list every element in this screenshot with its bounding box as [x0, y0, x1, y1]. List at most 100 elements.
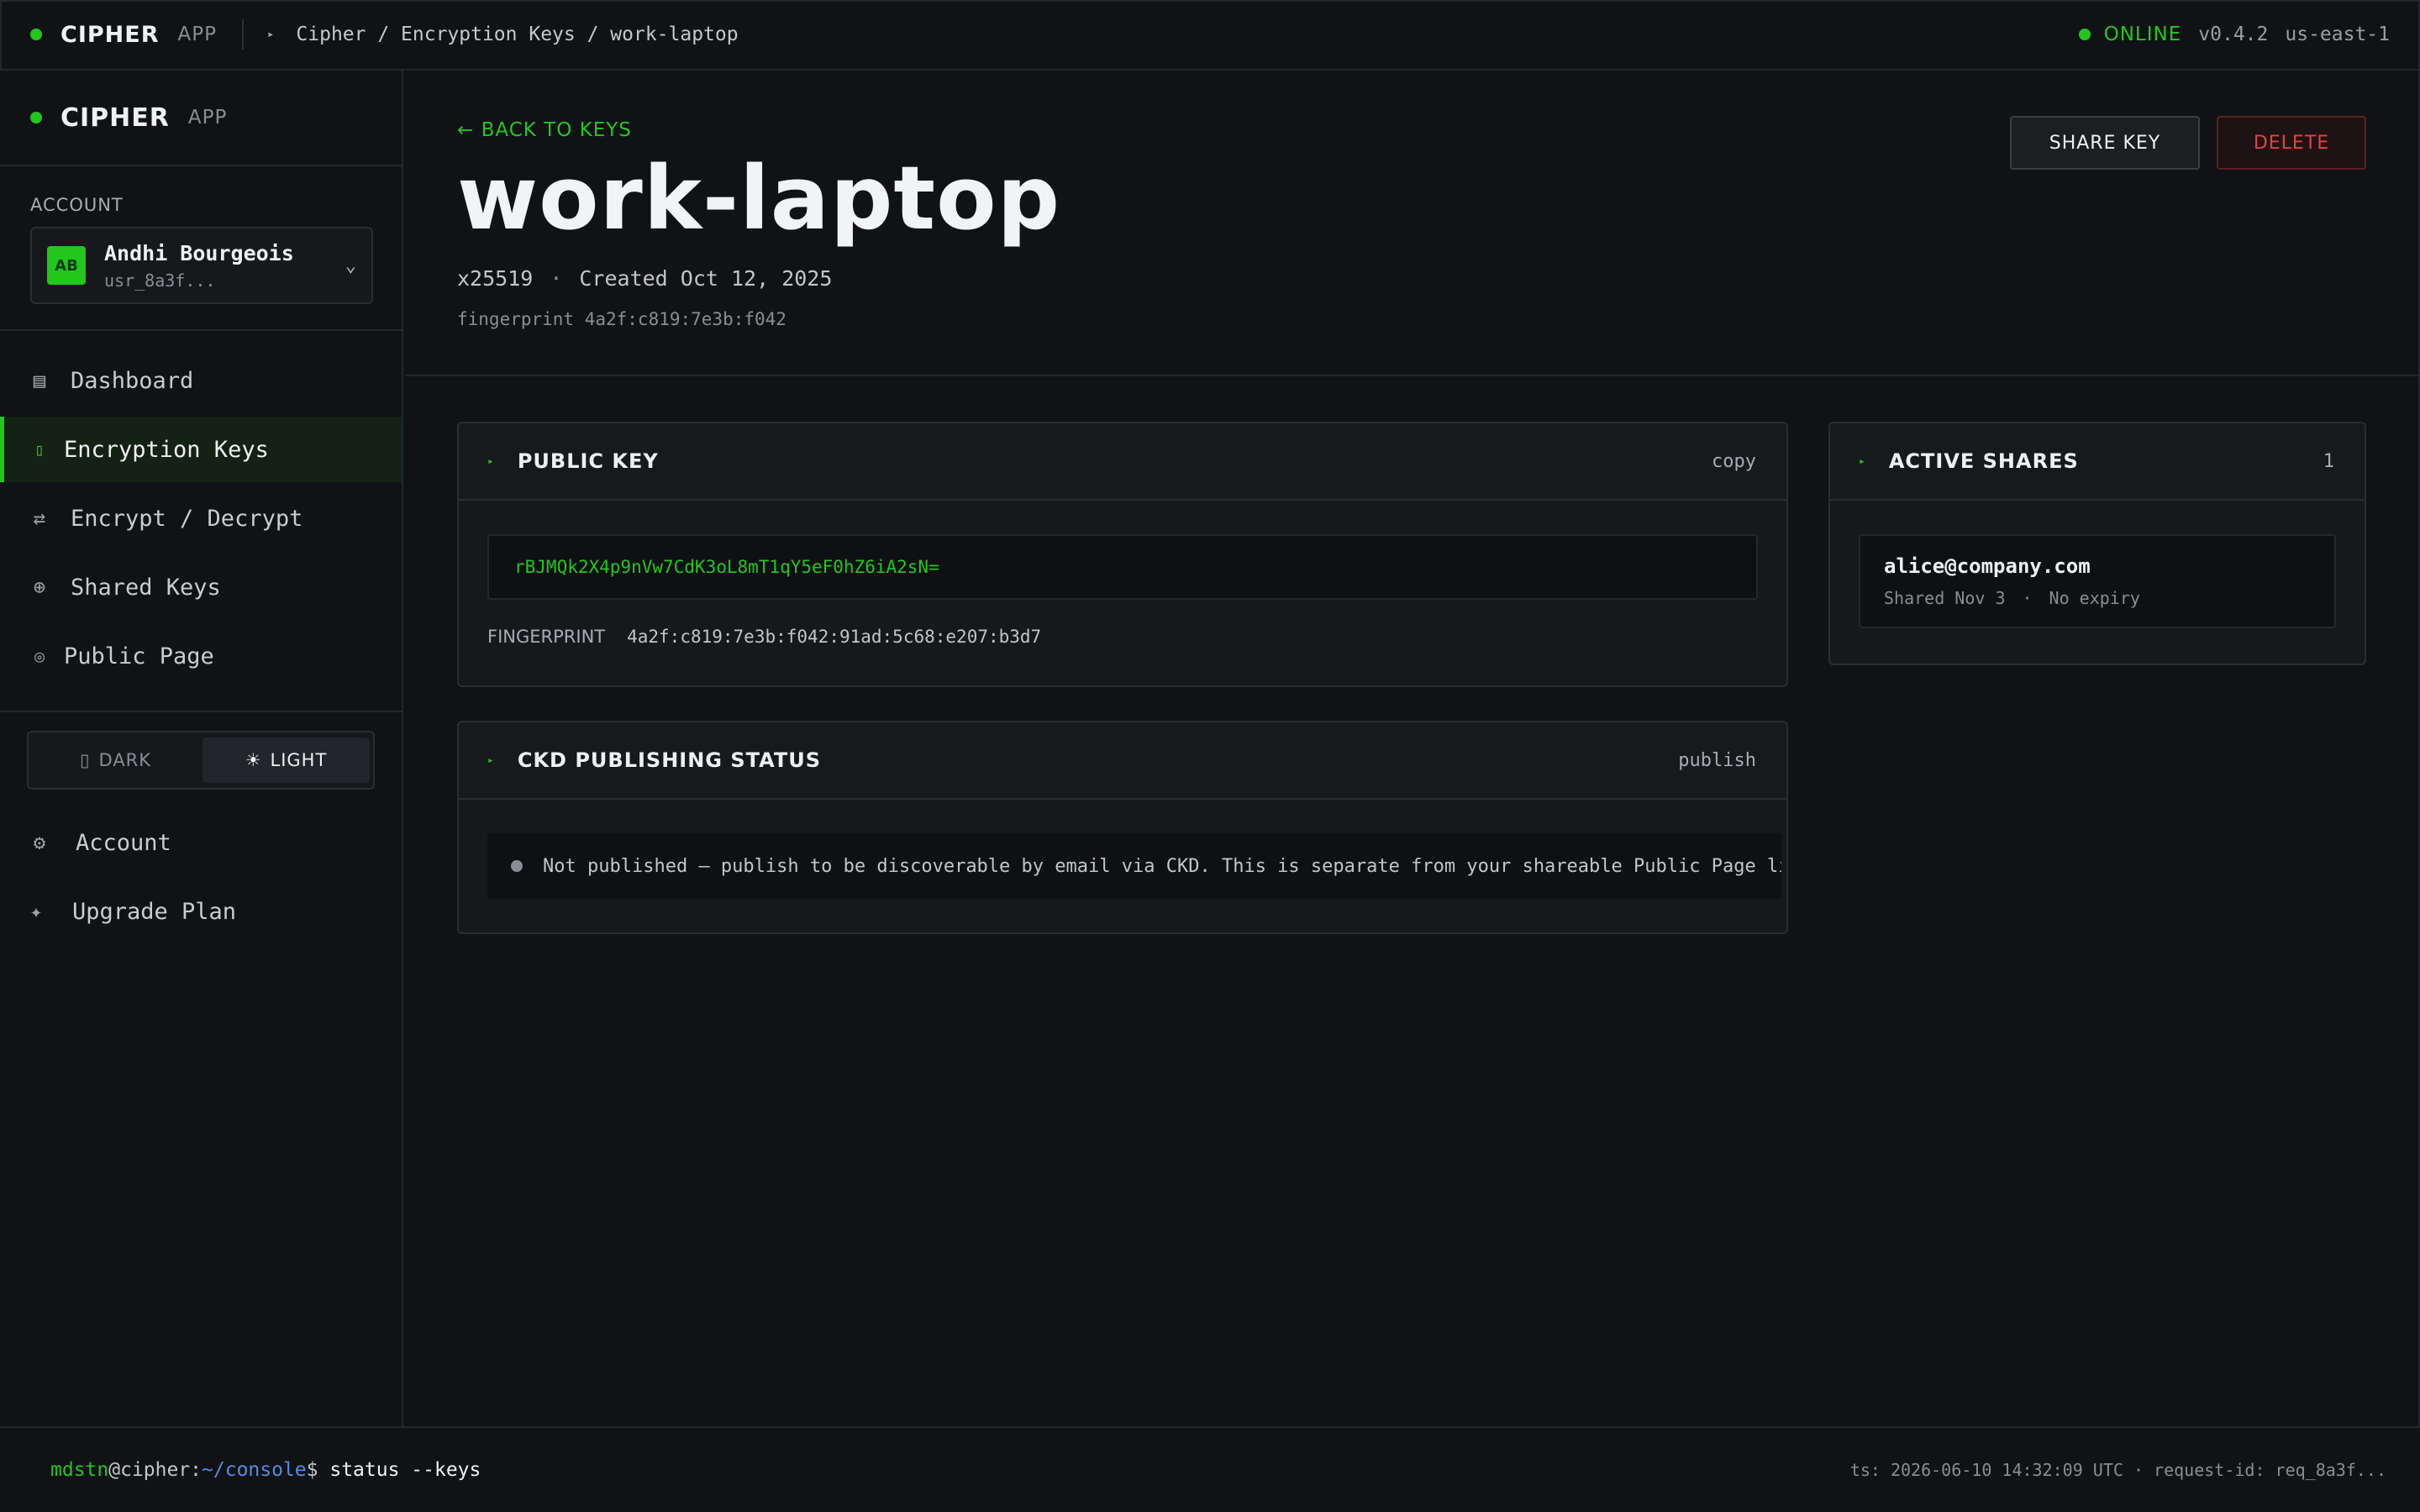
sidebar-item-label: Shared Keys: [71, 574, 221, 601]
sidebar-item-label: Encrypt / Decrypt: [71, 505, 303, 532]
brand-name: CIPHER: [60, 21, 160, 48]
globe-icon: ◎: [34, 646, 45, 666]
avatar: AB: [47, 246, 86, 285]
sidebar-item-label: Account: [76, 829, 171, 856]
theme-light-label: LIGHT: [270, 750, 328, 770]
ckd-panel-body: Not published — publish to be discoverab…: [459, 800, 1786, 899]
sidebar-bottom-nav: ⚙ Account ✦ Upgrade Plan: [0, 798, 402, 944]
ckd-status-box: Not published — publish to be discoverab…: [487, 833, 1781, 899]
copy-button[interactable]: copy: [1712, 451, 1756, 472]
status-dot-icon: [511, 860, 523, 872]
sidebar-item-public-page[interactable]: ◎ Public Page: [0, 623, 402, 689]
fingerprint-label: FINGERPRINT: [487, 627, 606, 647]
prompt-path: ~/console: [202, 1459, 307, 1481]
sidebar-item-dashboard[interactable]: ▤ Dashboard: [0, 348, 402, 413]
sidebar-brand-dot-icon: [30, 112, 42, 123]
list-item[interactable]: alice@company.com Shared Nov 3 · No expiry: [1859, 534, 2336, 628]
prompt-user: mdstn: [50, 1459, 109, 1481]
share-email: alice@company.com: [1884, 554, 2091, 578]
sidebar-brand[interactable]: CIPHER APP: [0, 71, 402, 166]
share-icon: ⊕: [33, 575, 46, 599]
key-fingerprint-short: fingerprint 4a2f:c819:7e3b:f042: [457, 309, 786, 330]
region-label: us-east-1: [2285, 24, 2390, 45]
active-shares-panel: ▸ ACTIVE SHARES 1 alice@company.com Shar…: [1828, 422, 2366, 665]
account-label: ACCOUNT: [30, 195, 124, 215]
terminal-prompt[interactable]: mdstn@cipher:~/console$ status --keys: [50, 1459, 481, 1481]
sidebar-item-account[interactable]: ⚙ Account: [0, 810, 402, 875]
brand-dot-icon: [30, 29, 42, 40]
public-key-box[interactable]: rBJMQk2X4p9nVw7CdK3oL8mT1qY5eF0hZ6iA2sN=: [487, 534, 1758, 600]
public-key-panel-body: rBJMQk2X4p9nVw7CdK3oL8mT1qY5eF0hZ6iA2sN=…: [459, 501, 1786, 647]
share-meta: Shared Nov 3 · No expiry: [1884, 588, 2334, 608]
top-divider: [241, 19, 244, 50]
publish-button[interactable]: publish: [1678, 750, 1756, 771]
key-icon: ▯: [34, 439, 45, 459]
prompt-host: @cipher:: [108, 1459, 203, 1481]
sidebar-item-encryption-keys[interactable]: ▯ Encryption Keys: [0, 417, 402, 482]
sidebar-item-label: Public Page: [64, 643, 214, 669]
public-key-panel: ▸ PUBLIC KEY copy rBJMQk2X4p9nVw7CdK3oL8…: [457, 422, 1788, 687]
online-dot-icon: [2078, 29, 2091, 40]
public-key-value: rBJMQk2X4p9nVw7CdK3oL8mT1qY5eF0hZ6iA2sN=: [514, 557, 939, 577]
meta-separator: ·: [2022, 588, 2033, 608]
account-name: Andhi Bourgeois: [104, 240, 294, 265]
public-key-panel-header: ▸ PUBLIC KEY copy: [459, 423, 1786, 501]
sidebar-brand-name: CIPHER: [60, 102, 170, 133]
account-section: ACCOUNT AB Andhi Bourgeois usr_8a3f... ⌄: [0, 166, 402, 331]
swap-icon: ⇄: [33, 507, 46, 530]
shares-panel-header: ▸ ACTIVE SHARES 1: [1830, 423, 2365, 501]
moon-icon: ▯: [79, 750, 91, 770]
prompt-command: status --keys: [329, 1459, 481, 1481]
theme-dark-option[interactable]: ▯ DARK: [32, 738, 199, 783]
account-id: usr_8a3f...: [104, 270, 216, 291]
request-info: ts: 2026-06-10 14:32:09 UTC · request-id…: [1849, 1460, 2386, 1480]
fingerprint-value: 4a2f:c819:7e3b:f042:91ad:5c68:e207:b3d7: [627, 627, 1042, 647]
key-algorithm: x25519: [457, 266, 534, 291]
ckd-panel-header: ▸ CKD PUBLISHING STATUS publish: [459, 722, 1786, 800]
theme-toggle: ▯ DARK ☀ LIGHT: [27, 731, 375, 790]
panel-title: ACTIVE SHARES: [1888, 449, 2079, 473]
delete-button[interactable]: DELETE: [2217, 116, 2366, 170]
key-header: ← BACK TO KEYS work-laptop x25519 · Create…: [405, 71, 2420, 376]
fingerprint-row: FINGERPRINT 4a2f:c819:7e3b:f042:91ad:5c6…: [487, 627, 1758, 647]
sidebar-item-shared-keys[interactable]: ⊕ Shared Keys: [0, 554, 402, 620]
shares-panel-body: alice@company.com Shared Nov 3 · No expiry: [1830, 501, 2365, 628]
sidebar-brand-sub: APP: [187, 107, 228, 129]
top-brand: CIPHER APP: [30, 22, 217, 48]
triangle-icon: ▸: [1859, 454, 1865, 468]
triangle-icon: ▸: [487, 454, 494, 468]
share-key-button[interactable]: SHARE KEY: [2010, 116, 2200, 170]
sidebar-item-label: Encryption Keys: [64, 436, 269, 463]
share-date: Shared Nov 3: [1884, 588, 2006, 608]
account-switcher[interactable]: AB Andhi Bourgeois usr_8a3f... ⌄: [30, 227, 373, 304]
status-online: ONLINE: [2103, 24, 2182, 45]
main-content: ← BACK TO KEYS work-laptop x25519 · Create…: [405, 71, 2420, 1426]
meta-separator: ·: [550, 266, 563, 291]
sidebar-nav: ▤ Dashboard ▯ Encryption Keys ⇄ Encrypt …: [0, 331, 402, 712]
sidebar-item-upgrade-plan[interactable]: ✦ Upgrade Plan: [0, 879, 402, 944]
ckd-status-message: Not published — publish to be discoverab…: [543, 855, 1781, 877]
chevron-down-icon: ⌄: [345, 255, 356, 276]
share-expiry: No expiry: [2049, 588, 2140, 608]
grid-icon: ▤: [33, 369, 46, 392]
account-text: Andhi Bourgeois usr_8a3f...: [104, 241, 345, 291]
ckd-status-panel: ▸ CKD PUBLISHING STATUS publish Not publ…: [457, 721, 1788, 934]
theme-section: ▯ DARK ☀ LIGHT: [0, 712, 402, 798]
sidebar-item-encrypt-decrypt[interactable]: ⇄ Encrypt / Decrypt: [0, 486, 402, 551]
sidebar-item-label: Upgrade Plan: [72, 898, 237, 925]
brand-sub: APP: [177, 24, 217, 45]
theme-dark-label: DARK: [98, 750, 152, 770]
top-bar: CIPHER APP ▸ Cipher / Encryption Keys / …: [0, 0, 2420, 71]
sidebar: CIPHER APP ACCOUNT AB Andhi Bourgeois us…: [0, 71, 403, 1426]
triangle-icon: ▸: [487, 753, 494, 767]
shares-count: 1: [2323, 450, 2334, 472]
sun-icon: ☀: [245, 750, 262, 770]
terminal-footer: mdstn@cipher:~/console$ status --keys ts…: [0, 1426, 2420, 1512]
gear-icon: ⚙: [33, 831, 46, 854]
breadcrumb-arrow-icon: ▸: [266, 28, 275, 41]
breadcrumb[interactable]: Cipher / Encryption Keys / work-laptop: [296, 24, 738, 45]
panel-title: CKD PUBLISHING STATUS: [517, 748, 821, 772]
key-created: Created Oct 12, 2025: [579, 266, 833, 291]
theme-light-option[interactable]: ☀ LIGHT: [203, 738, 370, 783]
panel-title: PUBLIC KEY: [517, 449, 659, 473]
